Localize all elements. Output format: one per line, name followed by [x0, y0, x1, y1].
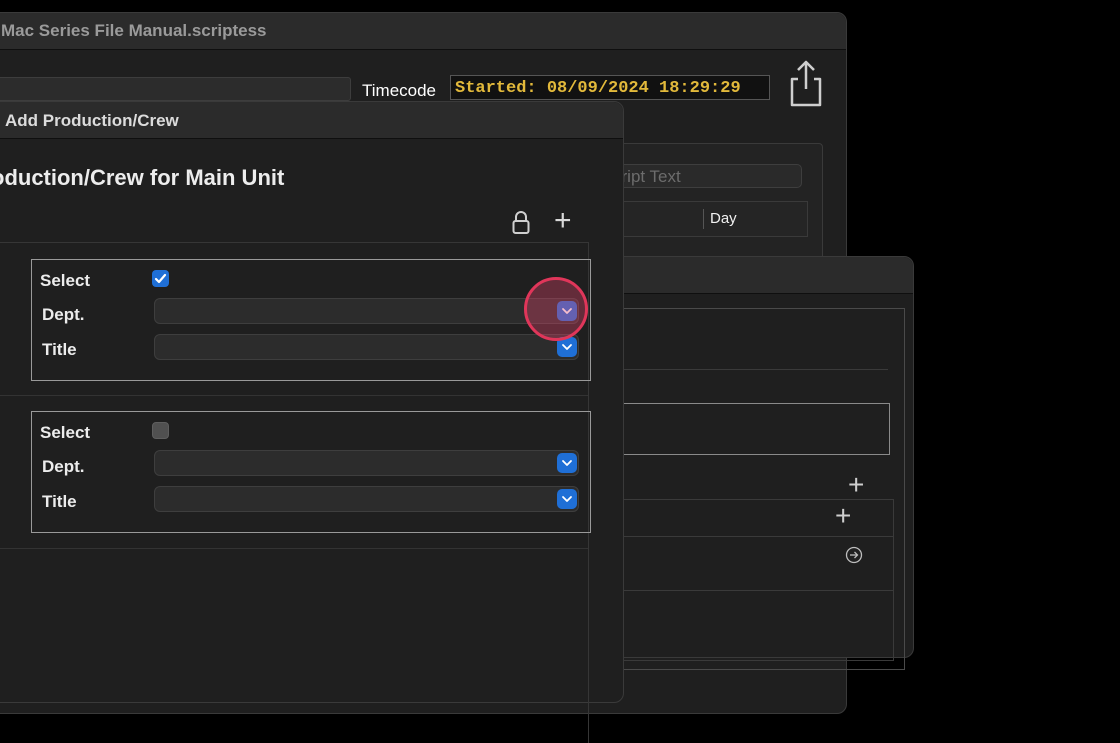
add-production-crew-sheet: Add Production/Crew oduction/Crew for Ma…	[0, 101, 624, 743]
day-column-header[interactable]: Day	[710, 210, 737, 227]
lock-icon[interactable]	[510, 209, 532, 235]
secondary-list: +	[612, 499, 894, 661]
crew-entry: Select Dept. Title	[31, 259, 591, 381]
sheet-title: Add Production/Crew	[5, 111, 179, 130]
plus-icon[interactable]: +	[848, 469, 864, 501]
row-divider	[0, 395, 588, 396]
divider	[613, 536, 893, 537]
chevron-down-icon[interactable]	[557, 453, 577, 473]
text-area[interactable]	[612, 403, 890, 455]
click-indicator	[524, 277, 588, 341]
select-label: Select	[40, 271, 91, 290]
script-search-input[interactable]: cript Text	[612, 164, 802, 188]
script-table-header: Day	[602, 201, 808, 237]
dept-popup[interactable]	[154, 450, 579, 476]
crew-list: Select Dept. Title Select Dept. Title	[0, 242, 591, 743]
secondary-panel: + +	[611, 308, 905, 670]
select-checkbox[interactable]	[152, 422, 169, 439]
share-icon[interactable]	[786, 59, 826, 107]
column-divider	[703, 209, 704, 229]
row-divider	[0, 548, 588, 549]
name-field[interactable]	[0, 77, 351, 101]
title-popup[interactable]	[154, 486, 579, 512]
checkmark-icon	[154, 273, 167, 284]
chevron-down-icon[interactable]	[557, 489, 577, 509]
crew-entry: Select Dept. Title	[31, 411, 591, 533]
divider	[612, 369, 888, 370]
plus-icon[interactable]: +	[835, 500, 851, 532]
sheet-titlebar: Add Production/Crew	[0, 102, 623, 139]
select-label: Select	[40, 423, 91, 442]
sheet-heading: oduction/Crew for Main Unit	[0, 165, 285, 190]
plus-icon[interactable]: +	[554, 206, 572, 236]
select-checkbox[interactable]	[152, 270, 169, 287]
dept-popup[interactable]	[154, 298, 579, 324]
title-popup[interactable]	[154, 334, 579, 360]
window-title: Mac Series File Manual.scriptess	[1, 21, 267, 40]
arrow-circle-icon[interactable]	[845, 546, 863, 564]
divider	[613, 590, 893, 591]
dept-label: Dept.	[42, 457, 85, 476]
main-titlebar: Mac Series File Manual.scriptess	[0, 13, 846, 50]
dept-label: Dept.	[42, 305, 85, 324]
secondary-titlebar	[601, 257, 913, 294]
timecode-display: Started: 08/09/2024 18:29:29	[450, 75, 770, 100]
timecode-label: Timecode	[362, 81, 437, 100]
secondary-window: + +	[600, 256, 914, 670]
title-label: Title	[42, 492, 77, 511]
title-label: Title	[42, 340, 77, 359]
